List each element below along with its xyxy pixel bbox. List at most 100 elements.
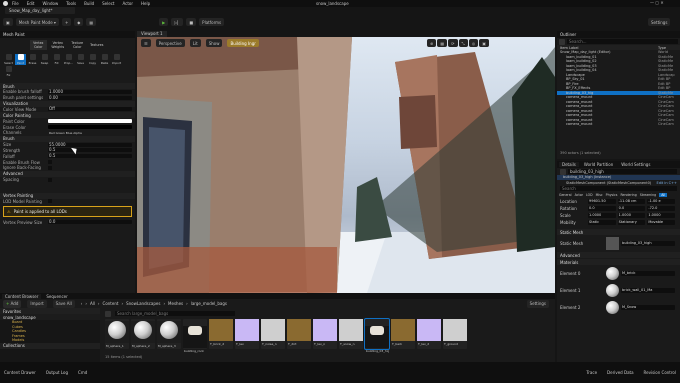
step-icon[interactable]: ▷▏: [171, 18, 184, 26]
swap-tool[interactable]: Swap: [39, 54, 50, 65]
asset-tile[interactable]: T_snow_n: [339, 319, 363, 349]
location-x[interactable]: 99601.50: [588, 199, 616, 204]
show-button[interactable]: Show: [205, 39, 223, 47]
mobility-movable[interactable]: Movable: [647, 220, 676, 225]
paste-tool[interactable]: Paste: [99, 54, 110, 65]
asset-search[interactable]: Search large_model_bags: [115, 311, 235, 316]
spacing-checkbox[interactable]: [48, 177, 52, 182]
output-log-button[interactable]: Output Log: [46, 370, 68, 375]
level-tab[interactable]: Snow_Map_day_light*: [5, 7, 75, 14]
scale-z[interactable]: 1.0000: [647, 213, 676, 218]
asset-tile[interactable]: T_brick_d: [209, 319, 233, 349]
scale-x[interactable]: 1.0000: [588, 213, 616, 218]
asset-tile[interactable]: T_lav: [235, 319, 259, 349]
size-input[interactable]: 55.0000: [48, 142, 132, 147]
import-button[interactable]: Import: [27, 299, 47, 308]
color-view-mode-select[interactable]: Off: [48, 107, 132, 112]
subtab-rendering[interactable]: Rendering: [620, 193, 636, 197]
row-value[interactable]: 1.0000: [48, 89, 132, 94]
platforms-button[interactable]: Platforms: [199, 18, 225, 26]
tab-world-settings[interactable]: World Settings: [618, 162, 653, 167]
asset-tile[interactable]: T_lav_n: [313, 319, 337, 349]
cinematics-icon[interactable]: ▦: [86, 18, 97, 26]
breadcrumb-folder[interactable]: large_model_bags: [191, 301, 227, 306]
fill-tool[interactable]: Fill: [51, 54, 62, 65]
lod-painting-checkbox[interactable]: [48, 199, 52, 204]
subtab-misc[interactable]: Misc: [596, 193, 603, 197]
save-icon[interactable]: ▣: [3, 18, 13, 26]
import-tool[interactable]: Import: [111, 54, 122, 65]
vertex-preview-size-input[interactable]: 0.0: [48, 220, 132, 225]
tab-sequencer[interactable]: Sequencer: [43, 294, 70, 299]
col-item-label[interactable]: Item Label: [560, 46, 658, 50]
tab-vertex-color[interactable]: Vertex Color: [30, 40, 47, 50]
copy-tool[interactable]: Copy: [87, 54, 98, 65]
menu-file[interactable]: File: [12, 1, 19, 6]
material-picker[interactable]: brick_wall_01_Ma: [621, 288, 675, 293]
window-controls[interactable]: — ▢ ✕: [650, 0, 664, 5]
edit-cpp-link[interactable]: Edit in C++: [656, 181, 677, 185]
add-filter-icon[interactable]: [559, 38, 565, 45]
material-picker[interactable]: M_brick: [621, 271, 675, 276]
falloff-input[interactable]: 0.5: [48, 154, 132, 159]
building-ingr-button[interactable]: Building Ingr: [227, 39, 259, 47]
menu-window[interactable]: Window: [42, 1, 58, 6]
asset-tile[interactable]: building_03_high: [364, 318, 390, 353]
asset-tile[interactable]: M_sphere_3: [157, 319, 181, 349]
advanced-section-header[interactable]: Advanced: [557, 252, 680, 258]
asset-tile[interactable]: T_bark: [391, 319, 415, 349]
blueprint-icon[interactable]: ◆: [74, 18, 84, 26]
revision-control-button[interactable]: Revision Control: [644, 370, 676, 375]
viewport-scene[interactable]: ☰ Perspective Lit Show Building Ingr ⊕ ▦…: [137, 37, 555, 293]
tab-content-browser[interactable]: Content Browser: [2, 293, 42, 299]
menu-actor[interactable]: Actor: [122, 1, 133, 6]
fix-tool[interactable]: Fix: [3, 66, 14, 77]
menu-build[interactable]: Build: [84, 1, 94, 6]
nav-forward-icon[interactable]: ›: [85, 301, 87, 306]
breadcrumb-meshes[interactable]: Meshes: [168, 301, 183, 306]
asset-tile[interactable]: T_ground: [443, 319, 467, 349]
breadcrumb-content[interactable]: Content: [103, 301, 119, 306]
erase-tool[interactable]: Erase: [27, 54, 38, 65]
back-facing-checkbox[interactable]: [48, 165, 52, 170]
static-mesh-picker[interactable]: building_03_high: [621, 241, 675, 246]
stop-icon[interactable]: ■: [186, 18, 197, 26]
layout-icon[interactable]: ▣: [479, 39, 489, 47]
breadcrumb-snowlandscapes[interactable]: SnowLandscapes: [126, 301, 160, 306]
select-tool[interactable]: Select: [3, 54, 14, 65]
subtab-physics[interactable]: Physics: [606, 193, 618, 197]
menu-tools[interactable]: Tools: [66, 1, 76, 6]
subtab-general[interactable]: General: [559, 193, 572, 197]
play-icon[interactable]: ▶: [159, 18, 169, 26]
scale-y[interactable]: 1.0000: [617, 213, 646, 218]
strength-input[interactable]: 0.5: [48, 148, 132, 153]
camera-speed-icon[interactable]: ◎: [468, 39, 479, 47]
rotation-y[interactable]: 0.0: [617, 206, 646, 211]
viewport-options-button[interactable]: ☰: [141, 39, 151, 47]
asset-tile[interactable]: M_sphere_1: [105, 319, 129, 349]
menu-edit[interactable]: Edit: [27, 1, 35, 6]
filter-icon[interactable]: [105, 310, 111, 317]
content-drawer-button[interactable]: Content Drawer: [4, 370, 36, 375]
mode-dropdown[interactable]: Mesh Paint Mode ▾: [15, 18, 59, 26]
subtab-actor[interactable]: Actor: [575, 193, 583, 197]
propagate-tool[interactable]: Prop...: [63, 54, 74, 65]
menu-select[interactable]: Select: [102, 1, 114, 6]
tab-textures[interactable]: Textures: [89, 42, 106, 48]
paint-color-swatch[interactable]: [48, 119, 132, 124]
mobility-static[interactable]: Static: [588, 220, 616, 225]
paint-tool[interactable]: Paint: [15, 54, 26, 65]
save-tool[interactable]: Save: [75, 54, 86, 65]
cmd-input[interactable]: Cmd: [78, 370, 87, 375]
rotate-snap-icon[interactable]: ⟳: [448, 39, 458, 47]
grid-icon[interactable]: ▦: [437, 39, 448, 47]
col-type[interactable]: Type: [658, 46, 680, 50]
collections-header[interactable]: Collections: [0, 342, 100, 349]
asset-tile[interactable]: T_dirt: [287, 319, 311, 349]
add-button[interactable]: + Add: [3, 299, 22, 308]
outliner-search[interactable]: Search...: [567, 39, 678, 44]
rotation-x[interactable]: 0.0: [588, 206, 616, 211]
settings-button[interactable]: Settings: [648, 18, 671, 26]
rotation-z[interactable]: -72.0: [647, 206, 676, 211]
row-value[interactable]: 0.00: [48, 95, 132, 100]
